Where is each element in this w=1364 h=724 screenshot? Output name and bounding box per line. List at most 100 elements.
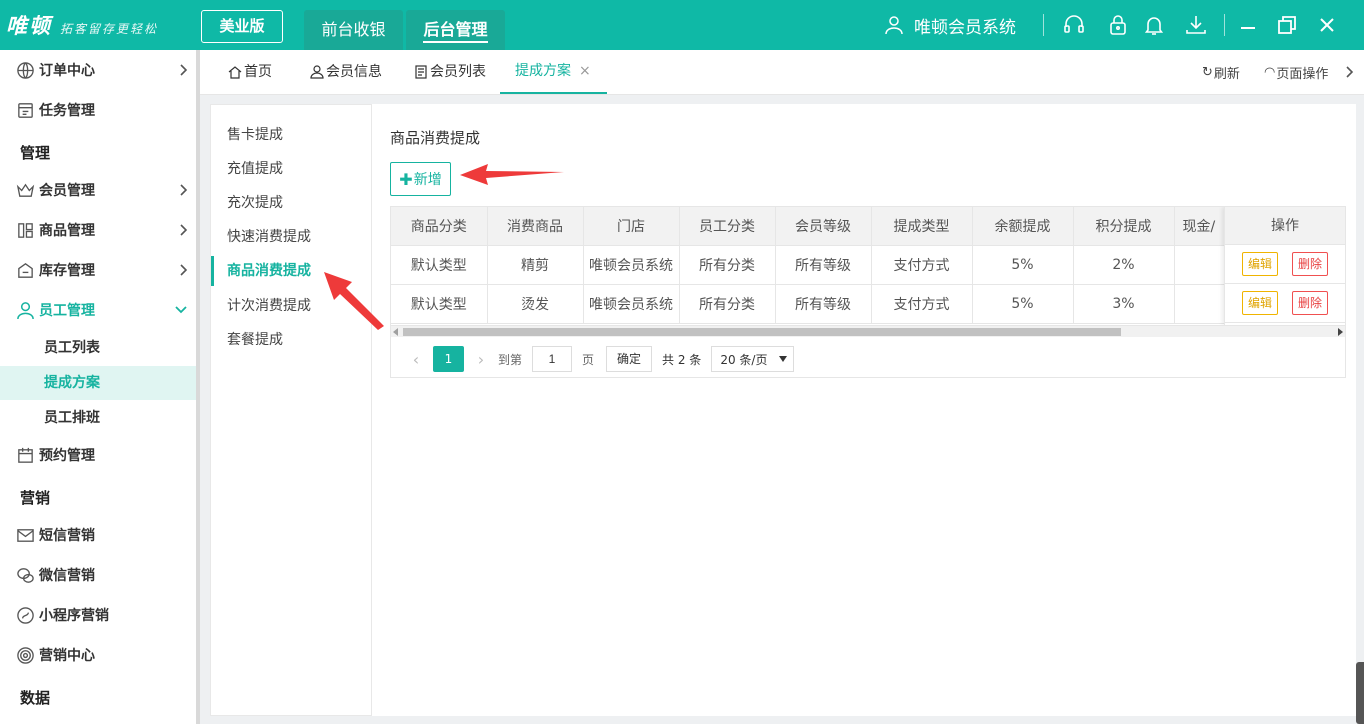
page-ops-button[interactable]: ◠ 页面操作 [1264, 50, 1328, 94]
chevron-right-icon [180, 184, 188, 196]
plus-icon: ✚ [399, 169, 413, 189]
col-header[interactable]: 消费商品 [487, 207, 584, 246]
refresh-button[interactable]: ↻ 刷新 [1202, 50, 1240, 94]
edit-button[interactable]: 编辑 [1242, 291, 1278, 315]
tab-label: 会员信息 [326, 64, 382, 80]
page-number-current[interactable]: 1 [433, 346, 464, 372]
sidebar-item-wechat[interactable]: 微信营销 [0, 556, 196, 594]
page-size-select[interactable]: 20 条/页 [711, 346, 795, 372]
sidebar-item-label: 任务管理 [39, 103, 95, 119]
user-icon [885, 16, 903, 35]
scroll-thumb[interactable] [403, 328, 1121, 336]
chevron-right-icon [1346, 66, 1354, 78]
system-name: 唯顿会员系统 [914, 17, 1016, 38]
next-page-button[interactable]: › [470, 350, 492, 369]
prev-page-button[interactable]: ‹ [405, 350, 427, 369]
col-header[interactable]: 门店 [583, 207, 680, 246]
scroll-left-arrow[interactable] [393, 328, 398, 336]
table: 商品分类 消费商品 门店 员工分类 会员等级 提成类型 余额提成 积分提成 现金… [391, 207, 1265, 324]
sidebar-item-label: 预约管理 [39, 448, 95, 464]
edition-button[interactable]: 美业版 [201, 10, 283, 43]
goto-label: 到第 [498, 352, 523, 367]
add-button[interactable]: ✚ 新增 [390, 162, 451, 196]
restore-icon[interactable] [1275, 13, 1299, 37]
col-header[interactable]: 员工分类 [679, 207, 776, 246]
table-cell: 支付方式 [871, 284, 973, 324]
tab-commission-plan[interactable]: 提成方案 × [500, 50, 607, 94]
tab-home[interactable]: 首页 [228, 50, 272, 94]
submenu-recharge[interactable]: 充值提成 [211, 154, 371, 184]
submenu-count-recharge[interactable]: 充次提成 [211, 188, 371, 218]
scroll-right-arrow[interactable] [1338, 328, 1343, 336]
tab-member-info[interactable]: 会员信息 [310, 50, 382, 94]
sidebar-item-goods[interactable]: 商品管理 [0, 211, 196, 249]
ops-row: 编辑 删除 [1225, 284, 1345, 323]
app-logo: 唯顿 拓客留存更轻松 [6, 10, 158, 40]
page-unit-label: 页 [582, 352, 595, 367]
sidebar-item-miniapp[interactable]: 小程序营销 [0, 596, 196, 634]
page-title: 商品消费提成 [390, 129, 481, 147]
sidebar-sub-schedule[interactable]: 员工排班 [0, 401, 196, 435]
sidebar-group-manage: 管理 [20, 144, 51, 162]
tab-front-cashier[interactable]: 前台收银 [304, 10, 403, 50]
download-icon[interactable] [1184, 13, 1208, 37]
close-icon[interactable] [1315, 13, 1339, 37]
commission-submenu: 售卡提成 充值提成 充次提成 快速消费提成 商品消费提成 计次消费提成 套餐提成 [210, 104, 372, 716]
sidebar-item-tasks[interactable]: 任务管理 [0, 91, 196, 129]
col-header[interactable]: 余额提成 [972, 207, 1074, 246]
sidebar-item-marketing-center[interactable]: 营销中心 [0, 636, 196, 674]
tab-back-office[interactable]: 后台管理 [406, 10, 505, 50]
sidebar-sub-commission[interactable]: 提成方案 [0, 366, 196, 400]
submenu-package[interactable]: 套餐提成 [211, 325, 371, 355]
minimize-icon[interactable] [1236, 13, 1260, 37]
page-jump-input[interactable] [532, 346, 573, 372]
add-button-label: 新增 [413, 172, 442, 188]
list-icon [414, 65, 428, 79]
submenu-goods-consume[interactable]: 商品消费提成 [211, 256, 371, 286]
page-tabs-bar: 首页 会员信息 会员列表 提成方案 × ↻ 刷新 ◠ 页面操作 [200, 50, 1364, 95]
bell-icon[interactable] [1142, 13, 1166, 37]
col-header[interactable]: 商品分类 [391, 207, 488, 246]
window-scroll-edge [1356, 662, 1364, 724]
horizontal-scrollbar[interactable] [391, 325, 1345, 337]
table-row[interactable]: 默认类型 烫发 唯顿会员系统 所有分类 所有等级 支付方式 5% 3% [391, 284, 1265, 324]
headset-icon[interactable] [1062, 13, 1086, 37]
user-system-name[interactable]: 唯顿会员系统 [884, 0, 1016, 50]
col-header[interactable]: 积分提成 [1073, 207, 1175, 246]
sidebar-sub-staff-list[interactable]: 员工列表 [0, 331, 196, 365]
sidebar-item-booking[interactable]: 预约管理 [0, 436, 196, 474]
miniapp-icon [16, 606, 35, 625]
submenu-card-sale[interactable]: 售卡提成 [211, 120, 371, 150]
table-cell: 默认类型 [391, 245, 488, 285]
confirm-page-button[interactable]: 确定 [606, 346, 653, 372]
logo-slogan: 拓客留存更轻松 [60, 22, 159, 36]
ops-row: 编辑 删除 [1225, 245, 1345, 284]
tabs-scroll-right[interactable] [1344, 50, 1354, 94]
sidebar-item-inventory[interactable]: 库存管理 [0, 251, 196, 289]
calendar-icon [16, 446, 35, 465]
sidebar-item-members[interactable]: 会员管理 [0, 171, 196, 209]
delete-button[interactable]: 删除 [1292, 252, 1328, 276]
lock-icon[interactable] [1106, 13, 1130, 37]
tab-member-list[interactable]: 会员列表 [414, 50, 486, 94]
chevron-right-icon [180, 264, 188, 276]
sidebar-item-sms[interactable]: 短信营销 [0, 516, 196, 554]
table-cell: 支付方式 [871, 245, 973, 285]
close-icon[interactable]: × [579, 48, 591, 94]
edit-button[interactable]: 编辑 [1242, 252, 1278, 276]
caret-down-icon [779, 356, 788, 362]
globe-icon [16, 61, 35, 80]
table-cell: 唯顿会员系统 [583, 284, 680, 324]
submenu-count-consume[interactable]: 计次消费提成 [211, 291, 371, 321]
logo-main-text: 唯顿 [6, 13, 52, 38]
col-header[interactable]: 会员等级 [775, 207, 872, 246]
sidebar-item-orders[interactable]: 订单中心 [0, 51, 196, 89]
refresh-label: 刷新 [1213, 66, 1240, 82]
target-icon [16, 646, 35, 665]
delete-button[interactable]: 删除 [1292, 291, 1328, 315]
sidebar-item-label: 员工管理 [39, 303, 95, 319]
sidebar-item-staff[interactable]: 员工管理 [0, 291, 196, 329]
submenu-quick-consume[interactable]: 快速消费提成 [211, 222, 371, 252]
col-header[interactable]: 提成类型 [871, 207, 973, 246]
table-row[interactable]: 默认类型 精剪 唯顿会员系统 所有分类 所有等级 支付方式 5% 2% [391, 245, 1265, 285]
